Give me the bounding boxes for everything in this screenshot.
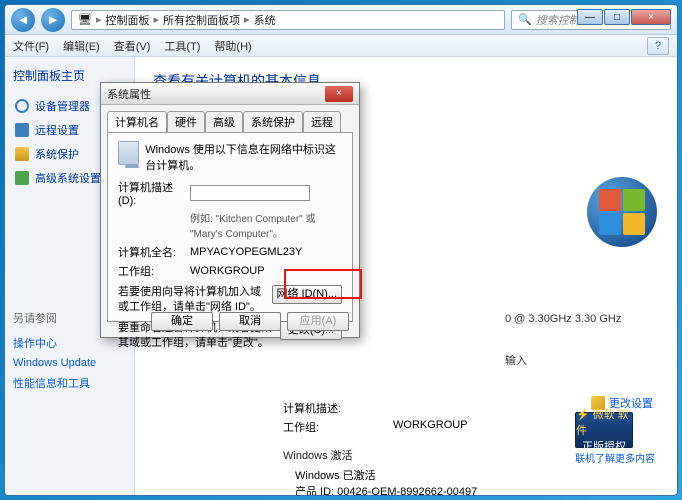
activation-heading: Windows 激活	[283, 447, 477, 463]
workgroup-value: WORKGROUP	[393, 419, 468, 435]
computer-icon: 🖥	[78, 13, 92, 26]
remote-icon	[15, 123, 29, 137]
tab-pane: Windows 使用以下信息在网络中标识这台计算机。 计算机描述(D): 例如:…	[107, 132, 353, 322]
computer-description-input[interactable]	[190, 185, 310, 201]
link-performance[interactable]: 性能信息和工具	[13, 372, 126, 394]
tab-advanced[interactable]: 高级	[205, 111, 243, 132]
desc-label: 计算机描述(D):	[118, 179, 190, 207]
workgroup-value: WORKGROUP	[190, 265, 265, 277]
minimize-button[interactable]: —	[577, 9, 603, 25]
network-id-button[interactable]: 网络 ID(N)...	[272, 285, 343, 304]
close-button[interactable]: ×	[631, 9, 671, 25]
desc-label: 计算机描述:	[283, 400, 393, 416]
menu-view[interactable]: 查看(V)	[114, 38, 151, 54]
input-suffix: 输入	[505, 352, 527, 368]
dialog-close-button[interactable]: ×	[325, 86, 353, 102]
shield-icon	[15, 147, 29, 161]
menu-file[interactable]: 文件(F)	[13, 38, 49, 54]
dialog-note: Windows 使用以下信息在网络中标识这台计算机。	[145, 141, 342, 173]
gear-icon	[15, 99, 29, 113]
tab-remote[interactable]: 远程	[303, 111, 341, 132]
product-id: 产品 ID: 00426-OEM-8992662-00497	[295, 483, 477, 495]
menu-tools[interactable]: 工具(T)	[164, 38, 200, 54]
dialog-titlebar[interactable]: 系统属性 ×	[101, 83, 359, 105]
dialog-buttons: 确定 取消 应用(A)	[101, 312, 359, 331]
search-icon: 🔍	[518, 13, 532, 26]
tab-strip: 计算机名 硬件 高级 系统保护 远程	[101, 105, 359, 132]
activation-status: Windows 已激活	[295, 467, 477, 483]
tab-protection[interactable]: 系统保护	[243, 111, 303, 132]
computer-info-block: 计算机描述: 工作组:WORKGROUP Windows 激活 Windows …	[283, 397, 477, 495]
dialog-title: 系统属性	[107, 86, 325, 102]
workgroup-label: 工作组:	[283, 419, 393, 435]
computer-icon	[118, 141, 139, 165]
workgroup-label: 工作组:	[118, 263, 190, 279]
help-icon[interactable]: ?	[647, 37, 669, 55]
fullname-value: MPYACYOPEGML23Y	[190, 246, 302, 258]
maximize-button[interactable]: □	[604, 9, 630, 25]
forward-button[interactable]: ►	[41, 8, 65, 32]
tab-hardware[interactable]: 硬件	[167, 111, 205, 132]
breadcrumb[interactable]: 🖥 ▸ 控制面板 ▸ 所有控制面板项 ▸ 系统	[71, 10, 505, 30]
cancel-button[interactable]: 取消	[219, 312, 281, 331]
ok-button[interactable]: 确定	[151, 312, 213, 331]
cpu-info: 0 @ 3.30GHz 3.30 GHz	[505, 313, 621, 325]
windows-logo	[587, 177, 657, 247]
menu-bar: 文件(F) 编辑(E) 查看(V) 工具(T) 帮助(H) ?	[5, 35, 677, 57]
advanced-icon	[15, 171, 29, 185]
tab-computer-name[interactable]: 计算机名	[107, 111, 167, 132]
sidebar-item-label: 系统保护	[35, 146, 79, 162]
sidebar-item-label: 高级系统设置	[35, 170, 101, 186]
link-windows-update[interactable]: Windows Update	[13, 354, 126, 372]
desc-example: 例如: "Kitchen Computer" 或 "Mary's Compute…	[190, 210, 342, 240]
sidebar-item-label: 远程设置	[35, 122, 79, 138]
window-controls: — □ ×	[577, 9, 671, 25]
apply-button[interactable]: 应用(A)	[287, 312, 349, 331]
genuine-learn-more-link[interactable]: 联机了解更多内容	[575, 450, 655, 465]
menu-edit[interactable]: 编辑(E)	[63, 38, 100, 54]
crumb-system[interactable]: 系统	[254, 12, 276, 28]
back-button[interactable]: ◄	[11, 8, 35, 32]
fullname-label: 计算机全名:	[118, 244, 190, 260]
network-id-text: 若要使用向导将计算机加入域或工作组，请单击"网络 ID"。	[118, 285, 266, 315]
genuine-badge: ⚡ 微软 软件 正版授权 联机了解更多内容	[575, 412, 655, 465]
crumb-control-panel[interactable]: 控制面板	[106, 12, 150, 28]
crumb-all-items[interactable]: 所有控制面板项	[163, 12, 240, 28]
system-properties-dialog: 系统属性 × 计算机名 硬件 高级 系统保护 远程 Windows 使用以下信息…	[100, 82, 360, 338]
menu-help[interactable]: 帮助(H)	[214, 38, 251, 54]
sidebar-item-label: 设备管理器	[35, 98, 90, 114]
